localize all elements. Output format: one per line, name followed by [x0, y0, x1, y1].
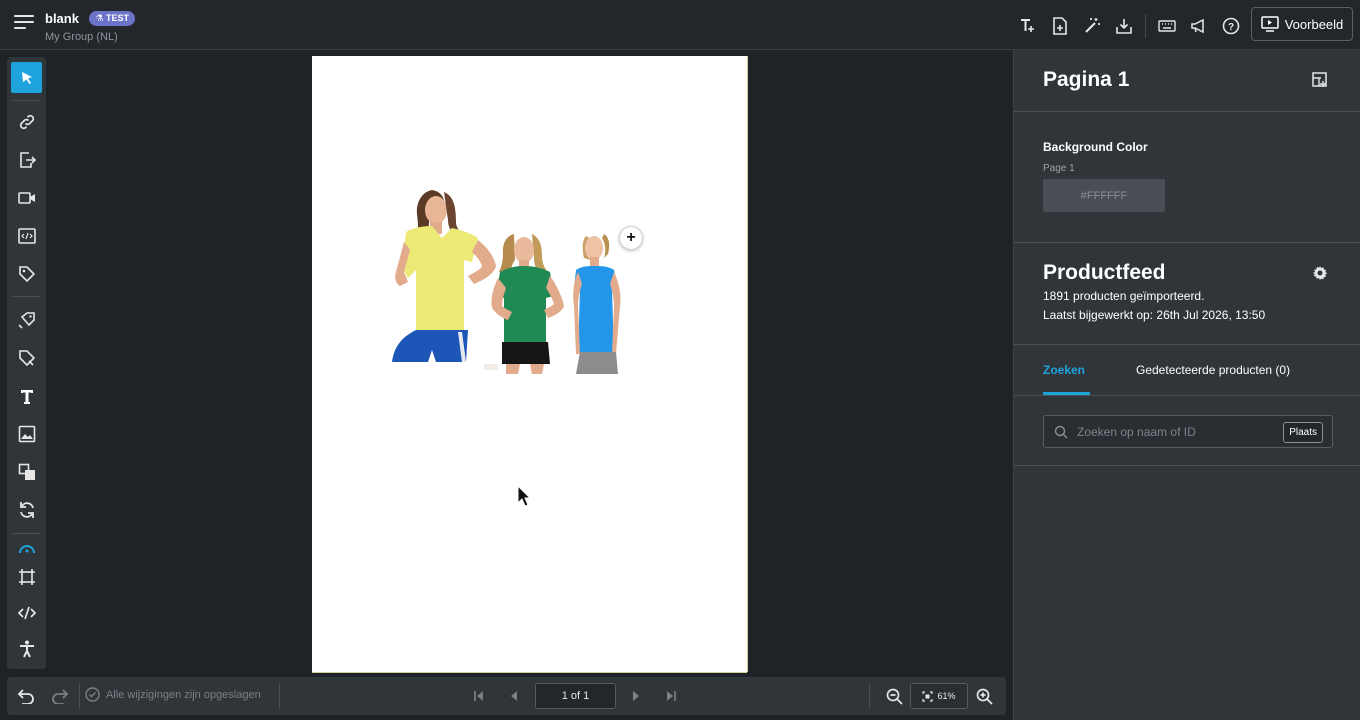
background-color-label: Background Color: [1043, 140, 1148, 154]
background-color-field[interactable]: #FFFFFF: [1043, 179, 1165, 212]
page-indicator[interactable]: 1 of 1: [535, 683, 616, 709]
product-image-green-shirt[interactable]: [484, 232, 568, 374]
product-edit-icon[interactable]: [11, 342, 42, 373]
first-page-icon[interactable]: [469, 686, 489, 706]
properties-panel: Pagina 1 Background Color Page 1 #FFFFFF…: [1013, 50, 1360, 720]
previous-page-icon[interactable]: [504, 686, 524, 706]
product-search-box: Plaats: [1043, 415, 1333, 448]
group-name: My Group (NL): [45, 31, 118, 43]
add-page-icon[interactable]: [1049, 15, 1071, 37]
tabs-section: Zoeken Gedetecteerde producten (0): [1014, 345, 1360, 396]
page-header-section: Pagina 1: [1014, 50, 1360, 112]
crop-icon[interactable]: [11, 561, 42, 592]
accessibility-icon[interactable]: [11, 633, 42, 664]
bottom-divider: [869, 683, 870, 709]
add-product-button[interactable]: +: [619, 226, 643, 250]
magic-wand-icon[interactable]: [1081, 15, 1103, 37]
undo-icon[interactable]: [16, 686, 36, 706]
zoom-out-icon[interactable]: [884, 686, 904, 706]
video-icon[interactable]: [11, 182, 42, 213]
monitor-play-icon: [1260, 16, 1279, 32]
page-title: Pagina 1: [1043, 68, 1130, 91]
gauge-icon[interactable]: [11, 541, 42, 557]
embed-icon[interactable]: [11, 220, 42, 251]
bottom-bar: Alle wijzigingen zijn opgeslagen 1 of 1 …: [7, 677, 1006, 715]
toolbar-divider: [13, 100, 40, 101]
redo-icon[interactable]: [50, 686, 70, 706]
toolbar-divider: [13, 533, 40, 534]
help-icon[interactable]: ?: [1220, 15, 1242, 37]
mouse-cursor-icon: [517, 485, 531, 507]
refresh-icon[interactable]: [11, 494, 42, 525]
preview-label: Voorbeeld: [1284, 16, 1344, 32]
search-divider: [1014, 465, 1360, 466]
productfeed-title: Productfeed: [1043, 261, 1166, 284]
keyboard-icon[interactable]: [1156, 15, 1178, 37]
preview-button[interactable]: Voorbeeld: [1251, 7, 1353, 41]
tag-icon[interactable]: [11, 258, 42, 289]
tab-search[interactable]: Zoeken: [1043, 363, 1085, 377]
megaphone-icon[interactable]: [1188, 15, 1210, 37]
place-button[interactable]: Plaats: [1283, 422, 1323, 443]
gear-icon[interactable]: [1312, 265, 1328, 286]
bottom-divider: [279, 683, 280, 709]
code-icon[interactable]: [11, 597, 42, 628]
zoom-value: 61%: [937, 691, 956, 701]
document-title-area: blank ⚗ TEST My Group (NL): [45, 10, 136, 43]
document-title[interactable]: blank: [45, 11, 79, 26]
background-section: Background Color Page 1 #FFFFFF: [1014, 112, 1360, 243]
product-tag-icon[interactable]: [11, 304, 42, 335]
top-bar: blank ⚗ TEST My Group (NL) ? Voorbeeld: [0, 0, 1360, 50]
download-icon[interactable]: [1113, 15, 1135, 37]
page-label: Page 1: [1043, 163, 1075, 174]
text-style-icon[interactable]: [1017, 15, 1039, 37]
top-actions: ?: [1007, 14, 1242, 38]
select-tool-icon[interactable]: [11, 62, 42, 93]
environment-badge: ⚗ TEST: [89, 11, 136, 27]
toolbar-divider: [1145, 14, 1146, 38]
search-input[interactable]: [1077, 416, 1277, 447]
left-toolbar: [7, 57, 46, 669]
svg-text:?: ?: [1228, 22, 1234, 33]
export-icon[interactable]: [11, 144, 42, 175]
text-icon[interactable]: [11, 380, 42, 411]
page-layout-icon[interactable]: [1312, 72, 1328, 93]
save-status-text: Alle wijzigingen zijn opgeslagen: [106, 688, 261, 701]
product-image-blue-shirt[interactable]: [572, 232, 628, 374]
last-page-icon[interactable]: [661, 686, 681, 706]
feed-updated: Laatst bijgewerkt op: 26th Jul 2026, 13:…: [1043, 308, 1266, 322]
link-icon[interactable]: [11, 106, 42, 137]
productfeed-section: Productfeed 1891 producten geïmporteerd.…: [1014, 243, 1360, 345]
shapes-icon[interactable]: [11, 456, 42, 487]
feed-count: 1891 producten geïmporteerd.: [1043, 289, 1205, 303]
search-icon: [1054, 425, 1068, 439]
active-tab-indicator: [1043, 392, 1090, 395]
check-circle-icon: [85, 687, 100, 702]
bottom-divider: [79, 683, 80, 709]
image-icon[interactable]: [11, 418, 42, 449]
menu-icon[interactable]: [14, 15, 34, 33]
zoom-in-icon[interactable]: [974, 686, 994, 706]
tab-detected-products[interactable]: Gedetecteerde producten (0): [1136, 363, 1290, 377]
badge-label: TEST: [106, 13, 130, 24]
toolbar-divider: [13, 296, 40, 297]
fit-screen-icon: [922, 690, 934, 702]
next-page-icon[interactable]: [626, 686, 646, 706]
save-status: Alle wijzigingen zijn opgeslagen: [85, 687, 261, 702]
zoom-level[interactable]: 61%: [910, 683, 968, 709]
